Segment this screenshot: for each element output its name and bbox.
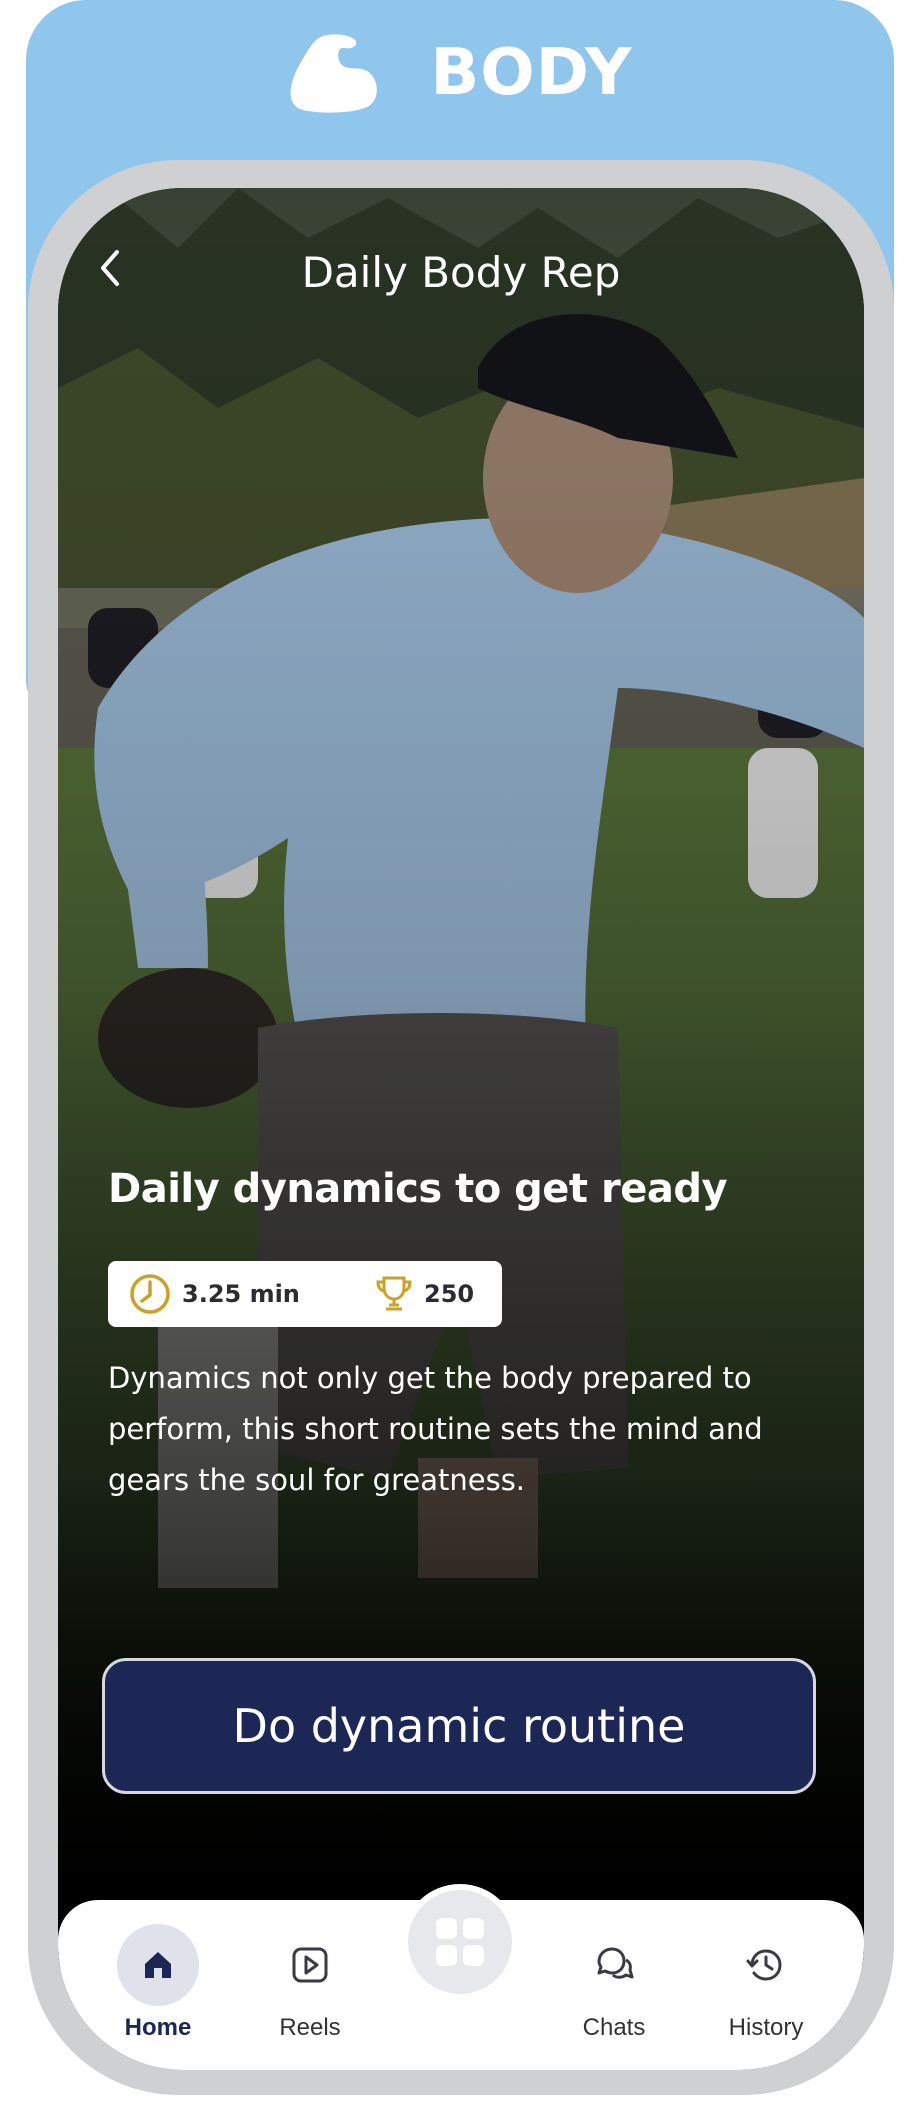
- points-value: 250: [424, 1280, 475, 1308]
- routine-description: Dynamics not only get the body prepared …: [108, 1361, 763, 1497]
- trophy-icon: [376, 1276, 412, 1311]
- screen-title: Daily Body Rep: [301, 248, 621, 297]
- nav-item-home[interactable]: Home: [88, 1924, 228, 2054]
- grid-icon: [436, 1918, 484, 1966]
- routine-title: Daily dynamics to get ready: [108, 1166, 728, 1212]
- brand-header: BODY: [0, 28, 921, 118]
- app-screen: Daily Body Rep Daily dynamics to get rea…: [58, 188, 864, 2070]
- duration-value: 3.25 min: [182, 1280, 300, 1308]
- chat-bubbles-icon: [597, 1947, 634, 1979]
- points-stat: 250: [374, 1261, 474, 1327]
- nav-item-chats[interactable]: Chats: [544, 1924, 684, 2054]
- nav-label-home: Home: [124, 2014, 192, 2041]
- nav-label-reels: Reels: [279, 2014, 341, 2041]
- brand-name: BODY: [430, 36, 633, 110]
- routine-stats-badge: 3.25 min 250: [108, 1261, 502, 1327]
- history-icon: [746, 1949, 782, 1981]
- bottom-navigation: Home Reels Chats History: [58, 1884, 864, 2070]
- home-icon: [145, 1952, 171, 1978]
- duration-stat: 3.25 min: [128, 1261, 300, 1327]
- play-square-icon: [292, 1947, 328, 1983]
- flexed-bicep-icon: [290, 34, 377, 113]
- center-menu-button[interactable]: [402, 1884, 518, 2000]
- nav-label-chats: Chats: [582, 2014, 646, 2041]
- nav-item-reels[interactable]: Reels: [240, 1924, 380, 2054]
- nav-item-history[interactable]: History: [696, 1924, 836, 2054]
- clock-icon: [130, 1274, 170, 1314]
- nav-label-history: History: [728, 2014, 804, 2041]
- start-routine-button[interactable]: Do dynamic routine: [102, 1658, 816, 1794]
